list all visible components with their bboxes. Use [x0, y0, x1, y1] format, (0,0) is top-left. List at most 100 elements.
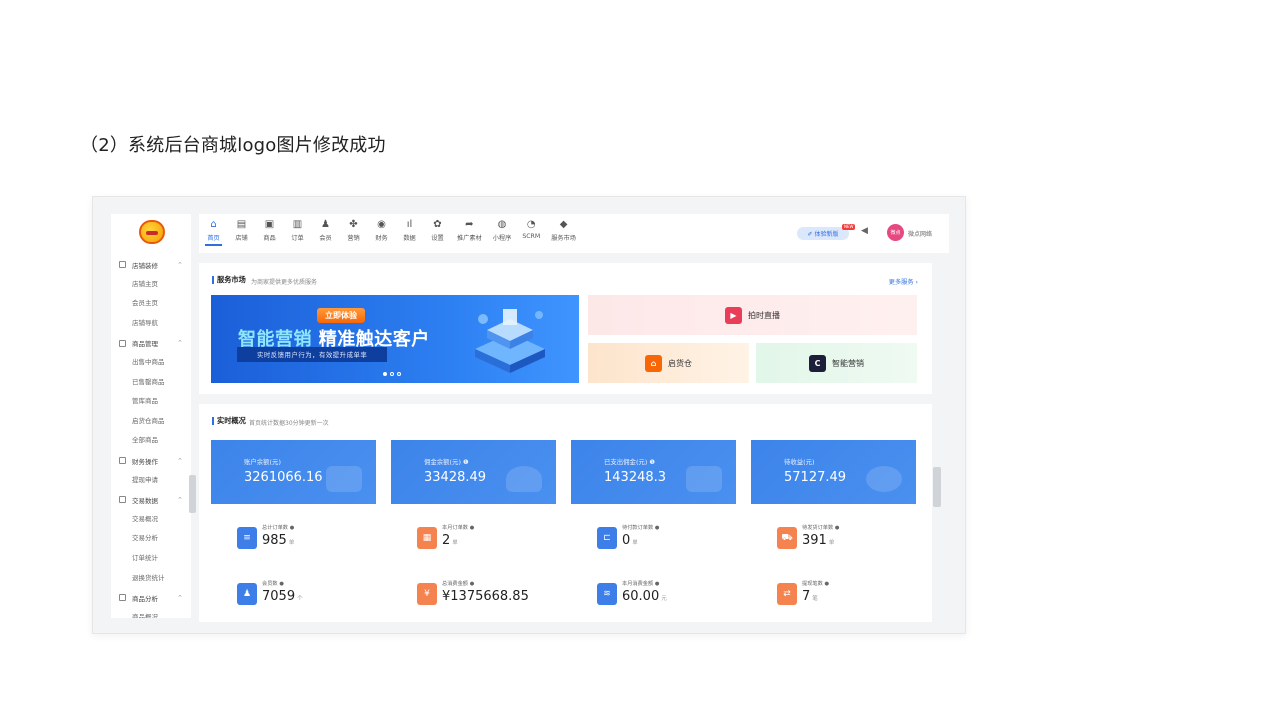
metric-label: 总计订单数 ● — [262, 525, 295, 531]
sidebar-item[interactable]: 店铺导航 — [111, 314, 191, 334]
sidebar-item[interactable]: 订单统计 — [111, 549, 191, 569]
avatar[interactable]: 微点 — [887, 224, 904, 241]
chevron-up-icon[interactable]: ⌃ — [177, 496, 183, 504]
metric-icon: ⊏ — [597, 527, 617, 549]
nav-item[interactable]: ıl 数据 — [401, 218, 418, 246]
sidebar-group[interactable]: 店铺装修 ⌃ — [111, 255, 191, 275]
metric-value: 2 — [442, 533, 451, 548]
sidebar-group[interactable]: 交易数据 ⌃ — [111, 490, 191, 510]
nav-label: 首页 — [207, 235, 220, 242]
metric-item[interactable]: ♟ 会员数 ● 7059 个 — [237, 580, 387, 610]
stat-card-paid-commission[interactable]: 已支出佣金(元) ❶ 143248.3 — [571, 440, 736, 504]
tile-smart-marketing[interactable]: C 智能营销 — [756, 343, 917, 383]
nav-item[interactable]: ⌂ 首页 — [205, 218, 222, 246]
menu-group-icon — [119, 457, 126, 465]
nav-item[interactable]: ♟ 会员 — [317, 218, 334, 246]
carousel-prev-handle[interactable] — [189, 475, 196, 513]
metric-item[interactable]: ⛟ 待发货订单数 ● 391 单 — [777, 524, 927, 554]
nav-item[interactable]: ✿ 设置 — [429, 218, 446, 246]
metric-item[interactable]: ≋ 本月消费金额 ● 60.00 元 — [597, 580, 747, 610]
stat-card-pending-income[interactable]: 待收益(元) 57127.49 — [751, 440, 916, 504]
sidebar: 店铺装修 ⌃ 店铺主页 会员主页 店铺导航 商品管理 ⌃ 出售中商品 已售罄商品 管库商品 启货仓商… — [111, 214, 191, 618]
realtime-title: 实时概况 — [212, 417, 246, 425]
sidebar-group[interactable]: 财务操作 ⌃ — [111, 451, 191, 471]
sidebar-item[interactable]: 店铺主页 — [111, 275, 191, 295]
banner-dot[interactable] — [383, 372, 387, 376]
shop-logo[interactable] — [139, 220, 165, 244]
chevron-up-icon[interactable]: ⌃ — [177, 339, 183, 347]
card-icon — [686, 466, 722, 492]
stat-card-commission-balance[interactable]: 佣金余额(元) ❶ 33428.49 — [391, 440, 556, 504]
carousel-next-handle[interactable] — [933, 467, 941, 507]
realtime-subtitle: 首页统计数据30分钟更新一次 — [249, 420, 329, 427]
speaker-icon[interactable]: ◀︎ — [861, 226, 868, 236]
sidebar-item[interactable]: 退换货统计 — [111, 569, 191, 589]
chevron-up-icon[interactable]: ⌃ — [177, 457, 183, 465]
metric-icon: ♟ — [237, 583, 257, 605]
trial-new-version-button[interactable]: ✐ 体验新版 — [797, 227, 849, 240]
banner-dot[interactable] — [397, 372, 401, 376]
sidebar-item[interactable]: 出售中商品 — [111, 353, 191, 373]
new-badge: NEW — [842, 224, 856, 230]
smart-marketing-icon: C — [809, 354, 826, 372]
nav-item[interactable]: ▣ 商品 — [261, 218, 278, 246]
metric-item[interactable]: ⊏ 待付款订单数 ● 0 单 — [597, 524, 747, 554]
tile-live-streaming[interactable]: ▶ 拍时直播 — [588, 295, 917, 335]
metric-value: 60.00 — [622, 589, 660, 604]
banner-dot[interactable] — [390, 372, 394, 376]
promo-banner[interactable]: 立即体验 智能营销 精准触达客户 实时反馈用户行为，有效提升成单率 — [211, 295, 579, 383]
tile-warehouse[interactable]: ⌂ 启货仓 — [588, 343, 749, 383]
metric-label: 总消费金额 ● — [442, 581, 475, 587]
nav-item[interactable]: ◉ 财务 — [373, 218, 390, 246]
nav-item[interactable]: ➦ 推广素材 — [457, 218, 482, 246]
metric-icon: ≡ — [237, 527, 257, 549]
sidebar-group[interactable]: 商品管理 ⌃ — [111, 333, 191, 353]
metric-value-row: ¥1375668.85 — [442, 589, 531, 604]
metric-item[interactable]: ▦ 本月订单数 ● 2 单 — [417, 524, 567, 554]
nav-label: 财务 — [375, 235, 388, 242]
sidebar-item[interactable]: 商品概况 — [111, 608, 191, 618]
data-icon: ıl — [406, 219, 413, 230]
stat-value: 57127.49 — [784, 470, 847, 485]
metric-value-row: 60.00 元 — [622, 589, 667, 604]
banner-tag[interactable]: 立即体验 — [317, 308, 365, 323]
nav-label: 数据 — [403, 235, 416, 242]
nav-label: 订单 — [291, 235, 304, 242]
nav-label: 服务市场 — [551, 235, 576, 242]
metric-label: 本月订单数 ● — [442, 525, 475, 531]
sidebar-item[interactable]: 提现申请 — [111, 471, 191, 491]
wallet-icon — [326, 466, 362, 492]
chevron-up-icon[interactable]: ⌃ — [177, 261, 183, 269]
metric-icon: ≋ — [597, 583, 617, 605]
nav-item[interactable]: ▤ 店铺 — [233, 218, 250, 246]
sidebar-group-label: 财务操作 — [132, 457, 158, 466]
metric-value-row: 985 单 — [262, 533, 294, 548]
nav-item[interactable]: ◔ SCRM — [522, 218, 540, 246]
stat-card-account-balance[interactable]: 账户余额(元) 3261066.16 — [211, 440, 376, 504]
metric-item[interactable]: ⇄ 提现笔数 ● 7 笔 — [777, 580, 927, 610]
sidebar-item[interactable]: 全部商品 — [111, 431, 191, 451]
sidebar-group[interactable]: 商品分析 ⌃ — [111, 588, 191, 608]
member-icon: ♟ — [321, 219, 330, 230]
nav-item[interactable]: ◍ 小程序 — [493, 218, 512, 246]
chevron-up-icon[interactable]: ⌃ — [177, 594, 183, 602]
service-market-title: 服务市场 — [212, 276, 246, 284]
more-services-link[interactable]: 更多服务 › — [889, 277, 918, 286]
service-market-card: 服务市场 为商家提供更多优质服务 更多服务 › 立即体验 智能营销 精准触达客户… — [199, 263, 932, 394]
metric-item[interactable]: ¥ 总消费金额 ● ¥1375668.85 — [417, 580, 567, 610]
nav-item[interactable]: ◆ 服务市场 — [551, 218, 576, 246]
sidebar-item[interactable]: 管库商品 — [111, 392, 191, 412]
sidebar-item[interactable]: 已售罄商品 — [111, 373, 191, 393]
sidebar-item[interactable]: 启货仓商品 — [111, 412, 191, 432]
sidebar-item[interactable]: 交易分析 — [111, 529, 191, 549]
nav-label: 店铺 — [235, 235, 248, 242]
metric-item[interactable]: ≡ 总计订单数 ● 985 单 — [237, 524, 387, 554]
nav-item[interactable]: ✤ 营销 — [345, 218, 362, 246]
stat-label: 佣金余额(元) ❶ — [424, 458, 469, 466]
nav-item[interactable]: ▥ 订单 — [289, 218, 306, 246]
sidebar-group-label: 店铺装修 — [132, 261, 158, 270]
sidebar-item[interactable]: 会员主页 — [111, 294, 191, 314]
sidebar-item[interactable]: 交易概况 — [111, 510, 191, 530]
user-name[interactable]: 微点网络 — [908, 229, 932, 238]
warehouse-icon: ⌂ — [645, 354, 662, 372]
